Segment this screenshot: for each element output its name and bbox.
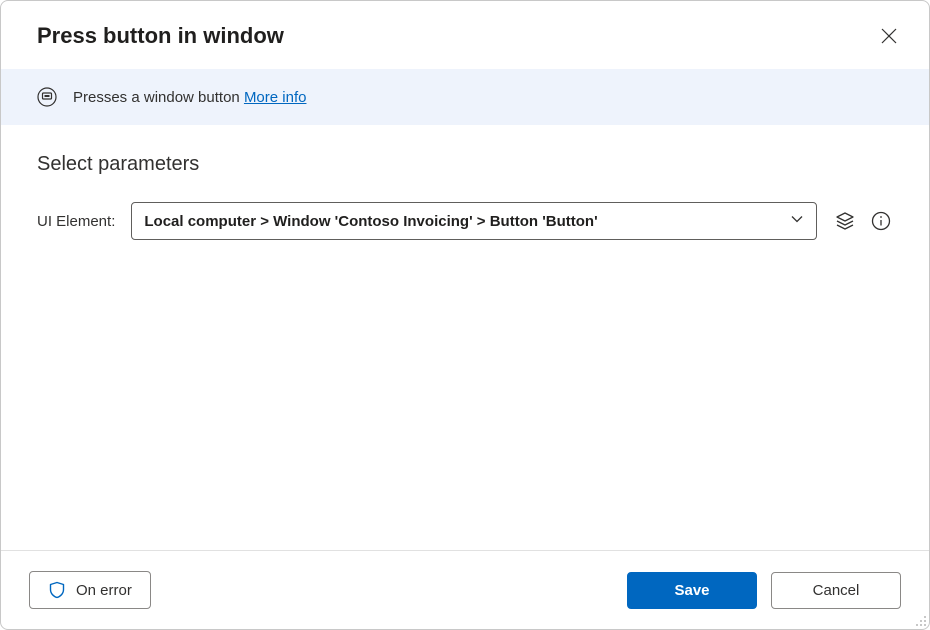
- footer-actions: Save Cancel: [627, 572, 901, 609]
- param-row-ui-element: UI Element: Local computer > Window 'Con…: [37, 202, 893, 240]
- resize-grip-icon[interactable]: [913, 613, 927, 627]
- info-button[interactable]: [869, 209, 893, 233]
- close-button[interactable]: [877, 24, 901, 48]
- chevron-down-icon: [790, 212, 804, 231]
- dialog-header: Press button in window: [1, 1, 929, 69]
- section-title: Select parameters: [37, 153, 893, 176]
- dialog-footer: On error Save Cancel: [1, 550, 929, 629]
- ui-element-value: Local computer > Window 'Contoso Invoici…: [144, 213, 597, 230]
- dialog-window: Press button in window Presses a window …: [0, 0, 930, 630]
- close-icon: [881, 28, 897, 44]
- info-banner: Presses a window button More info: [1, 69, 929, 125]
- action-icon: [37, 87, 57, 107]
- on-error-button[interactable]: On error: [29, 571, 151, 609]
- ui-element-label: UI Element:: [37, 213, 115, 230]
- icon-buttons: [833, 209, 893, 233]
- on-error-label: On error: [76, 582, 132, 599]
- ui-element-picker-button[interactable]: [833, 209, 857, 233]
- dialog-content: Select parameters UI Element: Local comp…: [1, 125, 929, 550]
- cancel-button[interactable]: Cancel: [771, 572, 901, 609]
- banner-description: Presses a window button: [73, 89, 240, 106]
- save-button[interactable]: Save: [627, 572, 757, 609]
- shield-icon: [48, 581, 66, 599]
- ui-element-dropdown[interactable]: Local computer > Window 'Contoso Invoici…: [131, 202, 817, 240]
- banner-text: Presses a window button More info: [73, 89, 306, 106]
- more-info-link[interactable]: More info: [244, 89, 307, 106]
- info-icon: [871, 211, 891, 231]
- dialog-title: Press button in window: [37, 23, 284, 49]
- layers-icon: [835, 211, 855, 231]
